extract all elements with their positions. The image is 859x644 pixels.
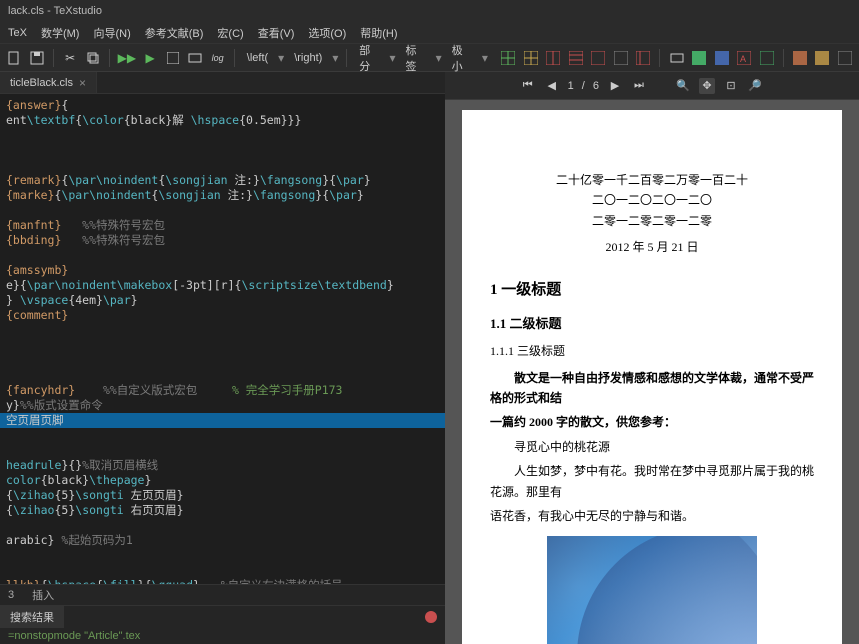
- zoom-tool-icon[interactable]: 🔎: [747, 78, 763, 94]
- doc-date: 2012 年 5 月 21 日: [490, 237, 814, 257]
- table-icon-6[interactable]: [612, 49, 629, 67]
- editor-pane: ticleBlack.cls × {answer}{ ent\textbf{\c…: [0, 72, 445, 644]
- log-icon[interactable]: log: [209, 49, 226, 67]
- view-icon[interactable]: [187, 49, 204, 67]
- doc-line2: 二〇一二〇二〇一二〇: [490, 190, 814, 210]
- heading-1: 1 一级标题: [490, 278, 814, 304]
- preview-toolbar: ⏮ ◀ 1 / 6 ▶ ⏭ 🔍 ✥ ⊡ 🔎: [445, 72, 859, 100]
- misc-icon-2[interactable]: [814, 49, 831, 67]
- log-output: =nonstopmode "Article".tex: [0, 628, 445, 644]
- table-icon-3[interactable]: [545, 49, 562, 67]
- table-icon-1[interactable]: [500, 49, 517, 67]
- page-total: 6: [593, 80, 599, 92]
- menu-bib[interactable]: 参考文献(B): [145, 25, 204, 41]
- pdf-page: 二十亿零一千二百零二万零一百二十 二〇一二〇二〇一二〇 二零一二零二零一二零 2…: [462, 110, 842, 644]
- menu-tex[interactable]: TeX: [8, 27, 27, 39]
- misc-icon-3[interactable]: [837, 49, 854, 67]
- heading-3: 1.1.1 三级标题: [490, 341, 814, 361]
- status-mode: 插入: [32, 587, 54, 603]
- doc-p1a: 散文是一种自由抒发情感和感想的文学体裁，通常不受严格的形式和结: [490, 368, 814, 409]
- status-column: 3: [8, 589, 14, 601]
- doc-line1: 二十亿零一千二百零二万零一百二十: [490, 170, 814, 190]
- prev-page-icon[interactable]: ◀: [544, 78, 560, 94]
- menu-view[interactable]: 查看(V): [258, 25, 295, 41]
- insert-icon-2[interactable]: [713, 49, 730, 67]
- svg-text:A: A: [740, 54, 746, 64]
- misc-icon-1[interactable]: [792, 49, 809, 67]
- build-icon[interactable]: ▶▶: [118, 49, 136, 67]
- menu-macro[interactable]: 宏(C): [217, 25, 243, 41]
- table-icon-5[interactable]: [590, 49, 607, 67]
- section-dropdown[interactable]: 部分: [355, 42, 383, 74]
- fit-icon[interactable]: ⊡: [723, 78, 739, 94]
- next-page-icon[interactable]: ▶: [607, 78, 623, 94]
- error-indicator-icon[interactable]: [425, 611, 437, 623]
- left-delim-dropdown[interactable]: \left(: [243, 52, 272, 64]
- stop-icon[interactable]: [164, 49, 181, 67]
- save-icon[interactable]: [29, 49, 46, 67]
- figure-image: [547, 536, 757, 644]
- heading-2: 1.1 二级标题: [490, 313, 814, 335]
- editor-tab[interactable]: ticleBlack.cls ×: [0, 72, 97, 93]
- editor-tab-bar: ticleBlack.cls ×: [0, 72, 445, 94]
- page-sep: /: [582, 80, 585, 92]
- page-current[interactable]: 1: [568, 80, 574, 92]
- menu-math[interactable]: 数学(M): [41, 25, 80, 41]
- environment-icon[interactable]: [668, 49, 685, 67]
- main-toolbar: ✂ ▶▶ ▶ log \left(▾ \right)▾ 部分▾ 标签▾ 极小▾ …: [0, 44, 859, 72]
- label-dropdown[interactable]: 标签: [401, 42, 429, 74]
- tiny-dropdown[interactable]: 极小: [448, 42, 476, 74]
- preview-pane: ⏮ ◀ 1 / 6 ▶ ⏭ 🔍 ✥ ⊡ 🔎 二十亿零一千二百零二万零一百二十 二…: [445, 72, 859, 644]
- insert-icon-4[interactable]: [758, 49, 775, 67]
- window-title: lack.cls - TeXstudio: [8, 5, 102, 17]
- menu-help[interactable]: 帮助(H): [360, 25, 397, 41]
- search-results-tab[interactable]: 搜索结果: [0, 606, 64, 628]
- doc-p3b: 语花香，有我心中无尽的宁静与和谐。: [490, 506, 814, 526]
- new-file-icon[interactable]: [6, 49, 23, 67]
- menu-options[interactable]: 选项(O): [308, 25, 346, 41]
- bottom-panel: 3 插入 搜索结果 =nonstopmode "Article".tex: [0, 584, 445, 644]
- first-page-icon[interactable]: ⏮: [520, 78, 536, 94]
- cursor-icon[interactable]: ✥: [699, 78, 715, 94]
- last-page-icon[interactable]: ⏭: [631, 78, 647, 94]
- table-icon-7[interactable]: [635, 49, 652, 67]
- tab-label: ticleBlack.cls: [10, 77, 73, 89]
- doc-p3: 人生如梦，梦中有花。我时常在梦中寻觅那片属于我的桃花源。那里有: [490, 461, 814, 502]
- right-delim-dropdown[interactable]: \right): [290, 52, 326, 64]
- table-icon-4[interactable]: [567, 49, 584, 67]
- cut-icon[interactable]: ✂: [62, 49, 79, 67]
- close-icon[interactable]: ×: [79, 76, 86, 90]
- preview-viewport[interactable]: 二十亿零一千二百零二万零一百二十 二〇一二〇二〇一二〇 二零一二零二零一二零 2…: [445, 100, 859, 644]
- menu-wizard[interactable]: 向导(N): [93, 25, 130, 41]
- copy-icon[interactable]: [84, 49, 101, 67]
- insert-icon-3[interactable]: A: [736, 49, 753, 67]
- doc-line3: 二零一二零二零一二零: [490, 211, 814, 231]
- code-editor[interactable]: {answer}{ ent\textbf{\color{black}解 \hsp…: [0, 94, 445, 584]
- title-bar: lack.cls - TeXstudio: [0, 0, 859, 22]
- insert-icon-1[interactable]: [691, 49, 708, 67]
- compile-icon[interactable]: ▶: [142, 49, 159, 67]
- zoom-in-icon[interactable]: 🔍: [675, 78, 691, 94]
- doc-p1b: 一篇约 2000 字的散文，供您参考：: [490, 412, 814, 432]
- table-icon-2[interactable]: [522, 49, 539, 67]
- doc-p2: 寻觅心中的桃花源: [490, 437, 814, 457]
